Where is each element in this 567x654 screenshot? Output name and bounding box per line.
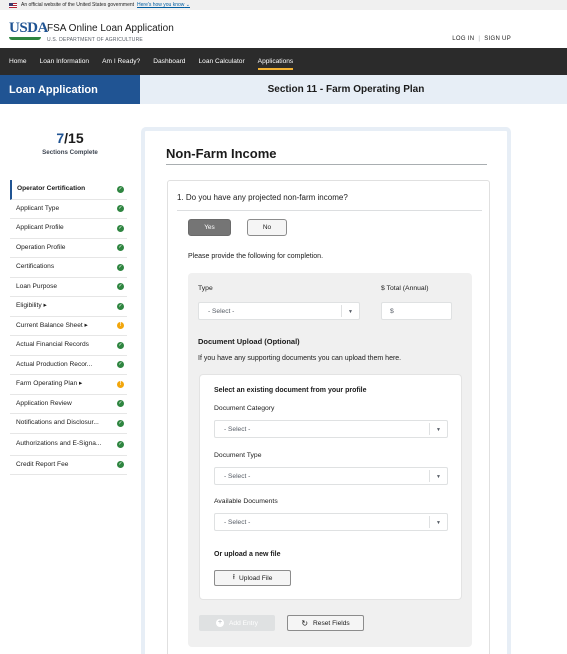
chevron-down-icon: ▼ xyxy=(436,474,441,480)
available-documents-label: Available Documents xyxy=(214,498,278,505)
loan-application-title: Loan Application xyxy=(0,75,140,104)
no-button[interactable]: No xyxy=(247,219,287,236)
section-list: Operator Certification ✓ Applicant Type ✓ … xyxy=(10,180,127,475)
document-type-label: Document Type xyxy=(214,452,262,459)
document-category-label: Document Category xyxy=(214,405,275,412)
check-icon: ✓ xyxy=(117,283,124,291)
sidebar-item-current-balance-sheet[interactable]: Current Balance Sheet ▸! xyxy=(10,317,127,336)
yes-button[interactable]: Yes xyxy=(188,219,231,236)
upload-icon: ⭱ xyxy=(232,573,236,581)
total-annual-label: $ Total (Annual) xyxy=(381,285,429,292)
add-entry-button[interactable]: + Add Entry xyxy=(199,615,275,631)
page-title: Non-Farm Income xyxy=(166,146,277,161)
type-select[interactable]: - Select - ▼ xyxy=(198,302,360,320)
sidebar-item-credit-report-fee[interactable]: Credit Report Fee ✓ xyxy=(10,456,127,475)
provide-instructions: Please provide the following for complet… xyxy=(188,253,324,260)
nav-loan-information[interactable]: Loan Information xyxy=(40,48,90,75)
signup-link[interactable]: SIGN UP xyxy=(484,36,511,42)
site-header: USDA FSA Online Loan Application U.S. DE… xyxy=(0,10,567,48)
nav-applications[interactable]: Applications xyxy=(257,48,293,75)
nav-dashboard[interactable]: Dashboard xyxy=(153,48,185,75)
income-entry-panel: Type - Select - ▼ $ Total (Annual) $ Doc… xyxy=(188,273,472,647)
gov-banner: An official website of the United States… xyxy=(0,0,567,10)
sidebar-item-applicant-type[interactable]: Applicant Type ✓ xyxy=(10,200,127,219)
question-divider xyxy=(177,210,482,211)
sidebar-item-actual-production-records[interactable]: Actual Production Recor... ✓ xyxy=(10,356,127,375)
check-icon: ✓ xyxy=(117,302,124,310)
gov-banner-link[interactable]: Here's how you know ⌄ xyxy=(137,2,190,8)
sidebar-item-actual-financial-records[interactable]: Actual Financial Records ✓ xyxy=(10,336,127,356)
question-panel: 1. Do you have any projected non-farm in… xyxy=(167,180,490,654)
reset-fields-button[interactable]: ↻ Reset Fields xyxy=(287,615,364,631)
title-divider xyxy=(166,164,487,165)
sidebar-item-loan-purpose[interactable]: Loan Purpose ✓ xyxy=(10,278,127,297)
check-icon: ✓ xyxy=(117,440,124,448)
check-icon: ✓ xyxy=(117,205,124,213)
document-type-select[interactable]: - Select - ▼ xyxy=(214,467,448,485)
progress-summary: 7/15 Sections Complete xyxy=(0,104,140,156)
type-label: Type xyxy=(198,285,213,292)
check-icon: ✓ xyxy=(117,185,124,193)
sidebar-item-operation-profile[interactable]: Operation Profile ✓ xyxy=(10,239,127,258)
document-upload-heading: Document Upload (Optional) xyxy=(198,337,300,346)
upload-file-button[interactable]: ⭱ Upload File xyxy=(214,570,291,586)
department-name: U.S. DEPARTMENT OF AGRICULTURE xyxy=(47,37,143,43)
non-farm-income-card: Non-Farm Income 1. Do you have any proje… xyxy=(141,127,511,654)
check-icon: ✓ xyxy=(117,244,124,252)
section-title: Section 11 - Farm Operating Plan xyxy=(140,75,567,104)
subheader: Loan Application Section 11 - Farm Opera… xyxy=(0,75,567,104)
check-icon: ✓ xyxy=(117,341,124,349)
sidebar-item-notifications-disclosures[interactable]: Notifications and Disclosur... ✓ xyxy=(10,414,127,434)
nav-am-i-ready[interactable]: Am I Ready? xyxy=(102,48,140,75)
check-icon: ✓ xyxy=(117,419,124,427)
sidebar-item-applicant-profile[interactable]: Applicant Profile ✓ xyxy=(10,219,127,239)
upload-new-heading: Or upload a new file xyxy=(214,551,281,558)
document-category-select[interactable]: - Select - ▼ xyxy=(214,420,448,438)
check-icon: ✓ xyxy=(117,361,124,369)
us-flag-icon xyxy=(9,2,17,8)
main-nav: Home Loan Information Am I Ready? Dashbo… xyxy=(0,48,567,75)
auth-links: LOG IN | SIGN UP xyxy=(452,36,511,42)
check-icon: ✓ xyxy=(117,461,124,469)
app-title[interactable]: FSA Online Loan Application xyxy=(47,23,174,34)
sidebar-item-farm-operating-plan[interactable]: Farm Operating Plan ▸! xyxy=(10,375,127,395)
sections-sidebar: 7/15 Sections Complete Operator Certific… xyxy=(0,104,140,654)
nav-loan-calculator[interactable]: Loan Calculator xyxy=(198,48,244,75)
check-icon: ✓ xyxy=(117,263,124,271)
gov-banner-text: An official website of the United States… xyxy=(21,2,135,8)
progress-count: 7/15 xyxy=(56,130,84,146)
check-icon: ✓ xyxy=(117,224,124,232)
warning-icon: ! xyxy=(117,322,124,330)
login-link[interactable]: LOG IN xyxy=(452,36,474,42)
sidebar-item-operator-certification[interactable]: Operator Certification ✓ xyxy=(10,180,127,200)
available-documents-select[interactable]: - Select - ▼ xyxy=(214,513,448,531)
sidebar-item-eligibility[interactable]: Eligibility ▸ ✓ xyxy=(10,297,127,317)
plus-icon: + xyxy=(216,619,225,627)
chevron-down-icon: ▼ xyxy=(348,309,353,315)
sidebar-item-certifications[interactable]: Certifications ✓ xyxy=(10,258,127,278)
total-annual-input[interactable]: $ xyxy=(381,302,452,320)
document-upload-help: If you have any supporting documents you… xyxy=(198,355,402,362)
check-icon: ✓ xyxy=(117,400,124,408)
existing-document-heading: Select an existing document from your pr… xyxy=(214,387,367,394)
progress-label: Sections Complete xyxy=(42,149,98,156)
warning-icon: ! xyxy=(117,380,124,388)
sidebar-item-application-review[interactable]: Application Review ✓ xyxy=(10,395,127,414)
sidebar-item-authorizations-esignatures[interactable]: Authorizations and E-Signa... ✓ xyxy=(10,434,127,456)
usda-logo[interactable]: USDA xyxy=(9,21,48,43)
nav-home[interactable]: Home xyxy=(9,48,27,75)
question-text: 1. Do you have any projected non-farm in… xyxy=(177,193,348,202)
chevron-down-icon: ▼ xyxy=(436,427,441,433)
document-select-card: Select an existing document from your pr… xyxy=(199,374,462,600)
chevron-down-icon: ▼ xyxy=(436,520,441,526)
reset-icon: ↻ xyxy=(301,618,309,628)
